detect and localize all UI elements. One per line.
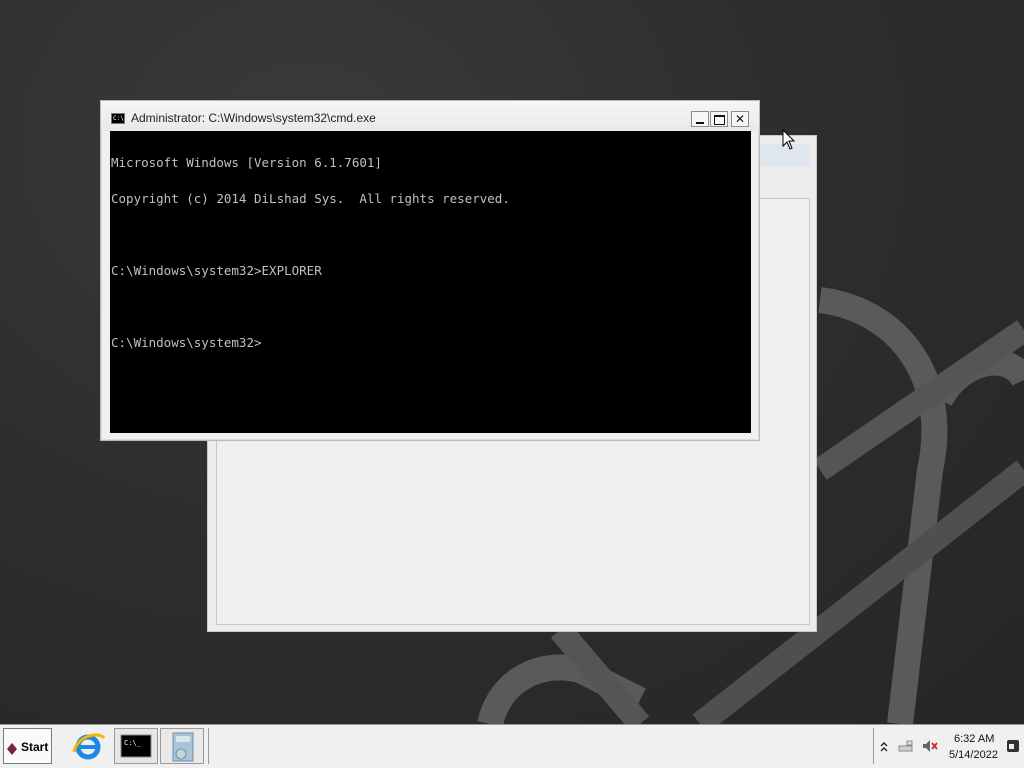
svg-text:C:\_: C:\_ [124,739,142,747]
console-output[interactable]: Microsoft Windows [Version 6.1.7601] Cop… [110,131,751,433]
start-label: Start [21,740,49,754]
close-button[interactable]: ✕ [731,111,749,127]
chevron-up-icon[interactable] [880,738,888,757]
volume-muted-icon[interactable] [922,738,938,757]
cmd-titlebar[interactable]: C:\ Administrator: C:\Windows\system32\c… [101,101,759,131]
network-icon[interactable] [898,738,914,757]
cmd-window-title: Administrator: C:\Windows\system32\cmd.e… [131,111,376,125]
taskbar-command-prompt[interactable]: C:\_ [114,728,158,764]
taskbar-internet-explorer[interactable] [66,728,110,764]
console-line: Microsoft Windows [Version 6.1.7601] [111,155,382,170]
command-prompt-icon: C:\ [111,113,125,124]
taskbar-separator [208,728,209,764]
windows-explorer-icon [172,732,194,762]
taskbar-windows-explorer[interactable] [160,728,204,764]
command-prompt-icon: C:\_ [120,734,152,758]
start-button[interactable]: Start [3,728,52,764]
start-gem-icon [7,743,17,755]
console-line: C:\Windows\system32>EXPLORER [111,263,322,278]
console-prompt-line[interactable]: C:\Windows\system32> [111,336,751,349]
mouse-pointer-icon [782,129,796,150]
system-tray: 6:32 AM 5/14/2022 [873,728,1024,764]
desktop: C:\ Administrator: C:\Windows\system32\c… [0,0,1024,724]
clock-time[interactable]: 6:32 AM [954,733,994,745]
internet-explorer-icon [72,733,106,760]
taskbar: Start C:\_ 6:32 AM 5/14/2022 [0,724,1024,768]
maximize-button[interactable] [710,111,728,127]
show-desktop-icon[interactable] [1006,738,1020,757]
minimize-button[interactable] [691,111,709,127]
clock-date[interactable]: 5/14/2022 [949,749,998,761]
cmd-window[interactable]: C:\ Administrator: C:\Windows\system32\c… [100,100,760,441]
console-line: Copyright (c) 2014 DiLshad Sys. All righ… [111,191,510,206]
